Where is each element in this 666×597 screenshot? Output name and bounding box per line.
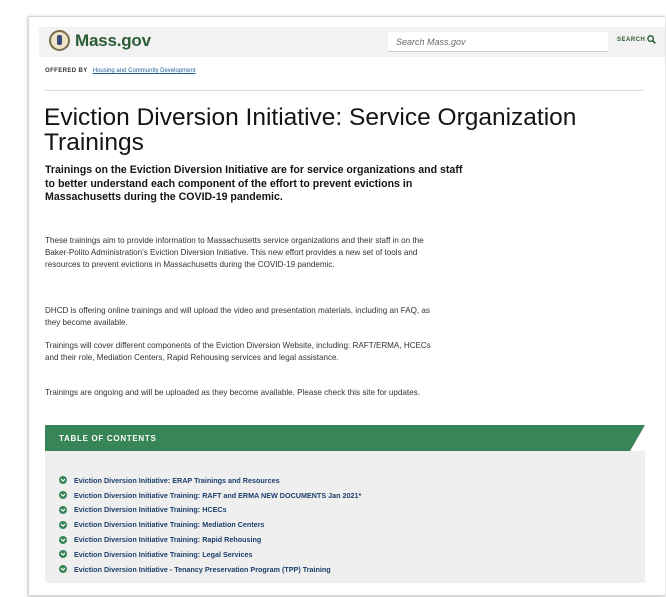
offered-by-label: OFFERED BY [45, 68, 88, 74]
toc-link[interactable]: Eviction Diversion Initiative Training: … [74, 505, 227, 514]
toc-list: Eviction Diversion Initiative: ERAP Trai… [59, 473, 361, 577]
chevron-down-circle-icon [59, 565, 67, 574]
search-button-label: SEARCH [617, 36, 646, 43]
toc-title: TABLE OF CONTENTS [59, 434, 157, 443]
chevron-down-circle-icon [59, 535, 67, 544]
chevron-down-circle-icon [59, 476, 67, 485]
toc-item[interactable]: Eviction Diversion Initiative - Tenancy … [59, 562, 361, 577]
toc-item[interactable]: Eviction Diversion Initiative Training: … [59, 517, 361, 532]
toc-link[interactable]: Eviction Diversion Initiative Training: … [74, 535, 261, 544]
toc-item[interactable]: Eviction Diversion Initiative Training: … [59, 532, 361, 547]
divider [45, 90, 643, 91]
toc-link[interactable]: Eviction Diversion Initiative Training: … [74, 550, 253, 559]
table-of-contents: Eviction Diversion Initiative: ERAP Trai… [45, 451, 645, 583]
page-lede: Trainings on the Eviction Diversion Init… [45, 164, 463, 203]
search-icon [647, 35, 657, 44]
toc-item[interactable]: Eviction Diversion Initiative Training: … [59, 488, 361, 503]
body-paragraph: Trainings are ongoing and will be upload… [45, 388, 420, 397]
mass-gov-logo[interactable]: Mass.gov [49, 30, 151, 51]
page-frame: Mass.gov SEARCH OFFERED BY Housing and C… [28, 16, 665, 596]
search-input[interactable] [388, 32, 608, 52]
offered-by-org-link[interactable]: Housing and Community Development [93, 68, 196, 74]
body-paragraph: These trainings aim to provide informati… [45, 236, 424, 270]
toc-link[interactable]: Eviction Diversion Initiative Training: … [74, 491, 361, 500]
body-paragraph: Trainings will cover different component… [45, 341, 431, 363]
toc-link[interactable]: Eviction Diversion Initiative - Tenancy … [74, 565, 331, 574]
search-button[interactable]: SEARCH [617, 35, 657, 44]
chevron-down-circle-icon [59, 491, 67, 500]
site-header: Mass.gov SEARCH [39, 27, 665, 57]
chevron-down-circle-icon [59, 520, 67, 529]
state-seal-icon [49, 30, 70, 51]
chevron-down-circle-icon [59, 550, 67, 559]
toc-item[interactable]: Eviction Diversion Initiative Training: … [59, 547, 361, 562]
logo-text: Mass.gov [75, 30, 151, 50]
toc-header: TABLE OF CONTENTS [45, 425, 645, 451]
page-title: Eviction Diversion Initiative: Service O… [44, 104, 577, 156]
toc-link[interactable]: Eviction Diversion Initiative Training: … [74, 520, 265, 529]
chevron-down-circle-icon [59, 505, 67, 514]
toc-item[interactable]: Eviction Diversion Initiative: ERAP Trai… [59, 473, 361, 488]
body-paragraph: DHCD is offering online trainings and wi… [45, 306, 430, 328]
toc-item[interactable]: Eviction Diversion Initiative Training: … [59, 503, 361, 518]
offered-by: OFFERED BY Housing and Community Develop… [45, 68, 195, 74]
toc-link[interactable]: Eviction Diversion Initiative: ERAP Trai… [74, 476, 280, 485]
